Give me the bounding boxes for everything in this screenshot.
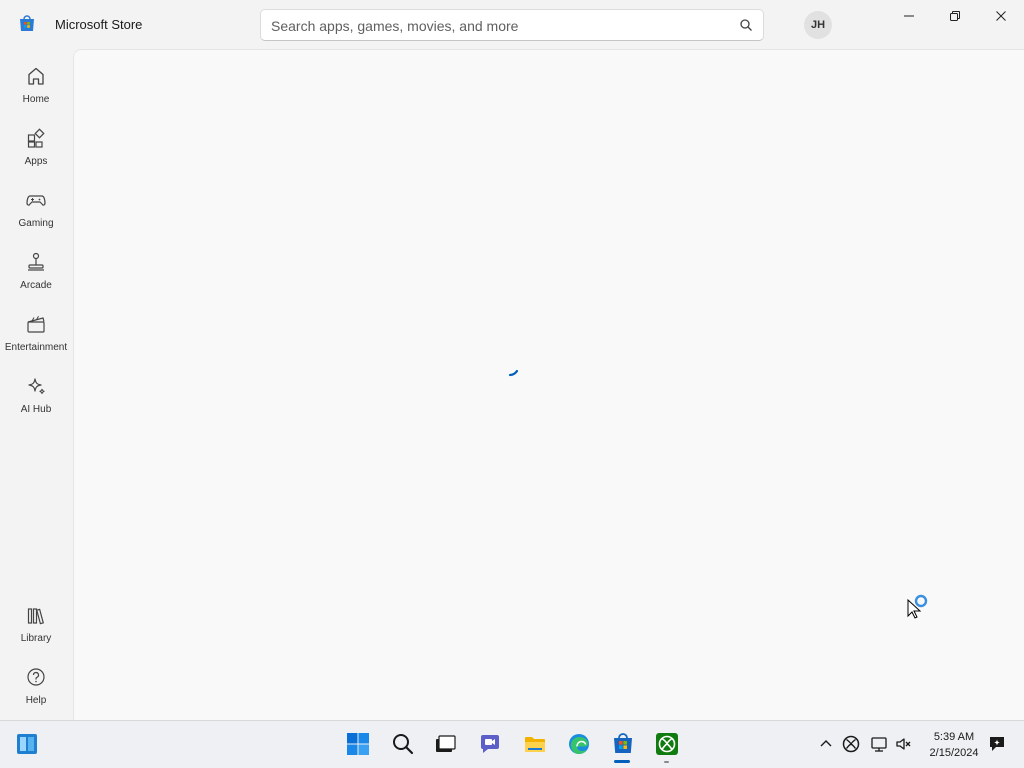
library-icon <box>26 604 46 626</box>
edge-button[interactable] <box>566 731 592 757</box>
sidebar-item-label: Home <box>22 94 50 105</box>
xbox-icon <box>656 733 678 755</box>
sidebar-item-label: Help <box>25 695 47 706</box>
clock-date: 2/15/2024 <box>929 747 979 759</box>
search-icon <box>393 734 414 755</box>
show-hidden-icons-button[interactable] <box>817 735 835 753</box>
volume-icon <box>896 738 911 750</box>
task-view-icon <box>436 735 456 752</box>
running-app-indicator <box>664 761 669 763</box>
sidebar-item-label: Arcade <box>20 280 52 291</box>
sidebar-nav: Home Apps Gaming Arcade Entertainment AI… <box>0 49 72 720</box>
minimize-icon <box>904 15 914 17</box>
xbox-tray-button[interactable] <box>842 735 860 753</box>
xbox-button[interactable] <box>654 731 680 757</box>
volume-button[interactable] <box>895 735 913 753</box>
help-icon <box>26 666 46 688</box>
taskbar-clock[interactable]: 5:39 AM 2/15/2024 <box>920 729 988 761</box>
sidebar-item-label: Apps <box>24 156 48 167</box>
sidebar-item-library[interactable]: Library <box>0 594 72 650</box>
active-app-indicator <box>614 760 630 763</box>
notifications-icon <box>990 737 1004 751</box>
sidebar-item-home[interactable]: Home <box>0 55 72 111</box>
sidebar-item-label: Gaming <box>18 218 54 229</box>
apps-icon <box>26 127 46 149</box>
close-icon <box>996 11 1006 21</box>
chat-button[interactable] <box>477 731 503 757</box>
file-explorer-icon <box>525 737 545 752</box>
notifications-button[interactable] <box>988 735 1006 753</box>
search-input[interactable]: Search apps, games, movies, and more <box>271 18 518 34</box>
home-icon <box>26 65 46 87</box>
restore-icon <box>950 11 960 21</box>
title-bar: Microsoft Store Search apps, games, movi… <box>0 0 1024 49</box>
clapperboard-icon <box>26 313 46 335</box>
xbox-tray-icon <box>842 735 860 753</box>
network-icon <box>871 737 887 752</box>
user-avatar[interactable]: JH <box>804 11 832 39</box>
close-button[interactable] <box>978 0 1024 32</box>
widgets-button[interactable] <box>14 731 40 757</box>
store-logo-icon <box>18 15 36 33</box>
chevron-up-icon <box>820 740 832 747</box>
sidebar-item-ai-hub[interactable]: AI Hub <box>0 365 72 421</box>
gamepad-icon <box>26 189 46 211</box>
search-box[interactable]: Search apps, games, movies, and more <box>260 9 764 41</box>
sidebar-item-entertainment[interactable]: Entertainment <box>0 303 72 359</box>
taskbar-search-button[interactable] <box>390 731 416 757</box>
store-button[interactable] <box>610 731 636 757</box>
task-view-button[interactable] <box>432 731 458 757</box>
minimize-button[interactable] <box>886 0 932 32</box>
sparkle-icon <box>26 375 46 397</box>
main-content <box>73 49 1024 720</box>
sidebar-item-label: Library <box>20 633 52 644</box>
sidebar-item-gaming[interactable]: Gaming <box>0 179 72 235</box>
sidebar-item-label: Entertainment <box>4 342 68 353</box>
sidebar-item-arcade[interactable]: Arcade <box>0 241 72 297</box>
file-explorer-button[interactable] <box>522 731 548 757</box>
store-icon <box>614 733 632 753</box>
busy-cursor-icon <box>906 593 932 619</box>
search-icon[interactable] <box>739 18 753 32</box>
sidebar-item-apps[interactable]: Apps <box>0 117 72 173</box>
loading-spinner-icon <box>506 358 530 382</box>
widgets-icon <box>17 734 37 754</box>
taskbar: 5:39 AM 2/15/2024 <box>0 720 1024 768</box>
sidebar-item-label: AI Hub <box>20 404 52 415</box>
edge-icon <box>569 734 589 754</box>
restore-button[interactable] <box>932 0 978 32</box>
sidebar-item-help[interactable]: Help <box>0 656 72 712</box>
chat-icon <box>481 735 499 753</box>
start-icon <box>347 733 369 755</box>
start-button[interactable] <box>345 731 371 757</box>
clock-time: 5:39 AM <box>933 731 975 743</box>
network-button[interactable] <box>870 735 888 753</box>
app-title: Microsoft Store <box>55 17 143 32</box>
joystick-icon <box>26 251 46 273</box>
